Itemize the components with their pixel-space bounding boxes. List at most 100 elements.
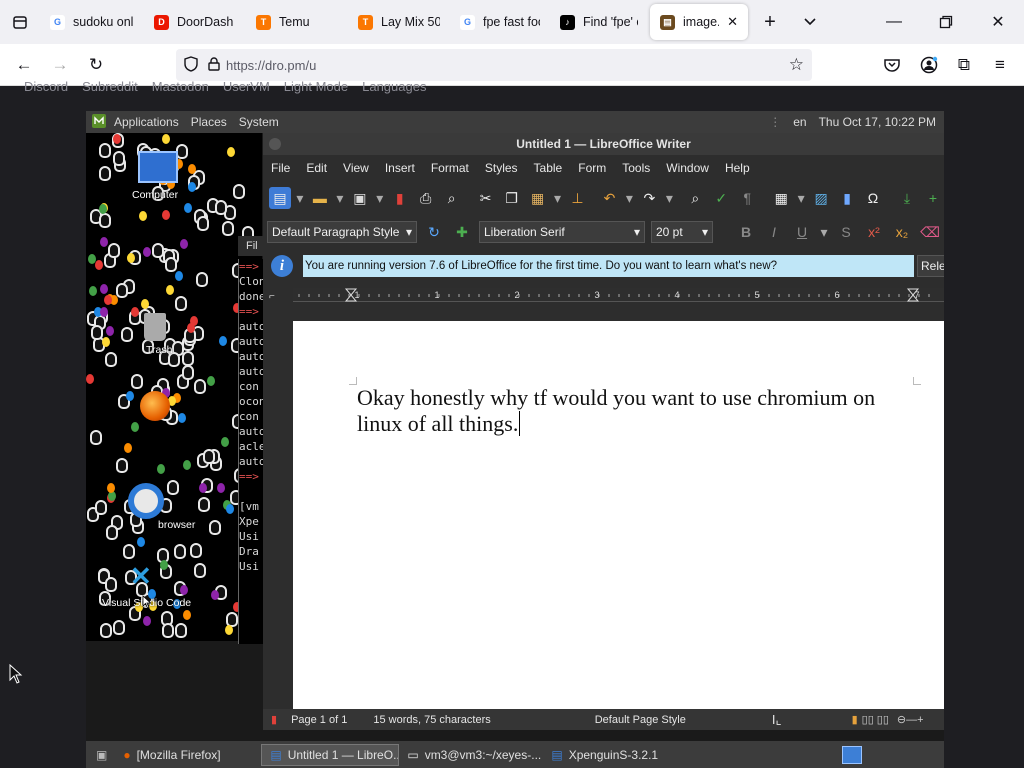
close-tab-icon[interactable]: ✕ bbox=[727, 14, 738, 30]
mate-logo-icon[interactable] bbox=[86, 113, 108, 131]
find-replace-icon[interactable]: ⌕ bbox=[684, 187, 706, 209]
italic-icon[interactable]: I bbox=[763, 221, 785, 243]
window-menu-icon[interactable] bbox=[269, 138, 281, 150]
list-tabs-chevron-down-icon[interactable] bbox=[790, 2, 830, 42]
terminal-window[interactable]: ==> Clon done ==> auto auto auto auto con ocon con… bbox=[238, 259, 264, 644]
insert-special-character-icon[interactable]: Ω bbox=[862, 187, 884, 209]
url-text[interactable]: https://dro.pm/u bbox=[226, 58, 316, 73]
page-style[interactable]: Default Page Style bbox=[595, 714, 686, 726]
view-layout-icon[interactable]: ▮ bbox=[852, 713, 858, 726]
menu-format[interactable]: Format bbox=[423, 161, 477, 175]
browser-tab[interactable]: T Lay Mix 50 bbox=[348, 4, 450, 40]
url-bar[interactable]: https://dro.pm/u ☆ bbox=[176, 49, 812, 81]
forward-arrow-icon[interactable]: → bbox=[42, 49, 78, 81]
places-menu[interactable]: Places bbox=[185, 115, 233, 129]
applications-menu[interactable]: Applications bbox=[108, 115, 185, 129]
menu-edit[interactable]: Edit bbox=[298, 161, 335, 175]
menu-view[interactable]: View bbox=[335, 161, 377, 175]
shield-icon[interactable] bbox=[184, 55, 198, 75]
chevron-down-icon[interactable]: ▾ bbox=[664, 187, 674, 209]
minimize-icon[interactable]: — bbox=[874, 2, 914, 42]
light-mode-link[interactable]: Light Mode bbox=[284, 79, 348, 95]
desktop-icon-label[interactable]: Computer bbox=[132, 189, 178, 201]
insert-image-icon[interactable]: ▨ bbox=[810, 187, 832, 209]
new-document-icon[interactable]: ▤ bbox=[269, 187, 291, 209]
browser-tab[interactable]: ♪ Find 'fpe' o bbox=[550, 4, 648, 40]
superscript-icon[interactable]: x² bbox=[863, 221, 885, 243]
chevron-down-icon[interactable]: ▾ bbox=[295, 187, 305, 209]
firefox-icon[interactable] bbox=[140, 391, 170, 421]
insert-table-icon[interactable]: ▦ bbox=[770, 187, 792, 209]
menu-tools[interactable]: Tools bbox=[614, 161, 658, 175]
browser-tab[interactable]: T Temu bbox=[246, 4, 348, 40]
reload-icon[interactable]: ↻ bbox=[78, 49, 114, 81]
workspace-switcher[interactable] bbox=[842, 745, 862, 764]
languages-link[interactable]: Languages bbox=[362, 79, 426, 95]
desktop-icon-label[interactable]: Trash bbox=[146, 344, 172, 356]
tab-stop-type-icon[interactable]: ⌐ bbox=[269, 291, 275, 302]
browser-tab[interactable]: Gfpe fast foo bbox=[450, 4, 550, 40]
taskbar-item-xpenguins[interactable]: ▤ XpenguinS-3.2.1 bbox=[543, 744, 673, 766]
subscript-icon[interactable]: x₂ bbox=[891, 221, 913, 243]
chromium-icon[interactable] bbox=[128, 483, 164, 519]
vm-screen[interactable]: Applications Places System ⋮ en Thu Oct … bbox=[86, 111, 944, 768]
taskbar-item-writer[interactable]: ▤ Untitled 1 — LibreO... bbox=[261, 743, 400, 766]
browser-tab[interactable]: Gsudoku onl bbox=[40, 4, 144, 40]
clear-formatting-icon[interactable]: ⌫ bbox=[919, 221, 941, 243]
subreddit-link[interactable]: Subreddit bbox=[82, 79, 138, 95]
chevron-down-icon[interactable]: ▾ bbox=[819, 221, 829, 243]
document-modified-icon[interactable]: ▮ bbox=[271, 713, 277, 726]
font-name-combo[interactable]: Liberation Serif ▾ bbox=[479, 221, 645, 243]
menu-file[interactable]: File bbox=[263, 161, 298, 175]
formatting-marks-icon[interactable]: ¶ bbox=[736, 187, 758, 209]
clone-formatting-icon[interactable]: ⊥ bbox=[567, 187, 589, 209]
underline-icon[interactable]: U bbox=[791, 221, 813, 243]
uservm-link[interactable]: UserVM bbox=[223, 79, 270, 95]
insert-field-icon[interactable]: + bbox=[922, 187, 944, 209]
print-preview-icon[interactable]: ⌕ bbox=[441, 187, 463, 209]
taskbar-item-terminal[interactable]: ▭ vm3@vm3:~/xeyes-... bbox=[399, 744, 543, 766]
system-menu[interactable]: System bbox=[233, 115, 285, 129]
menu-window[interactable]: Window bbox=[658, 161, 717, 175]
back-arrow-icon[interactable]: ← bbox=[6, 49, 42, 81]
font-size-combo[interactable]: 20 pt ▾ bbox=[651, 221, 713, 243]
trash-icon[interactable] bbox=[144, 313, 166, 341]
extensions-puzzle-icon[interactable]: ⧉ bbox=[946, 49, 982, 81]
menu-styles[interactable]: Styles bbox=[477, 161, 526, 175]
computer-icon[interactable] bbox=[138, 151, 178, 183]
spelling-icon[interactable]: ✓ bbox=[710, 187, 732, 209]
menu-hamburger-icon[interactable]: ≡ bbox=[982, 49, 1018, 81]
copy-icon[interactable]: ❐ bbox=[501, 187, 523, 209]
cut-icon[interactable]: ✂ bbox=[475, 187, 497, 209]
page-count[interactable]: Page 1 of 1 bbox=[291, 714, 347, 726]
save-icon[interactable]: ▣ bbox=[349, 187, 371, 209]
chevron-down-icon[interactable]: ▾ bbox=[375, 187, 385, 209]
browser-tab[interactable]: D DoorDash bbox=[144, 4, 246, 40]
clock[interactable]: Thu Oct 17, 10:22 PM bbox=[813, 115, 942, 129]
insert-chart-icon[interactable]: ▮ bbox=[836, 187, 858, 209]
lock-icon[interactable] bbox=[208, 56, 220, 74]
chevron-down-icon[interactable]: ▾ bbox=[796, 187, 806, 209]
document-page[interactable]: Okay honestly why tf would you want to u… bbox=[293, 321, 944, 730]
bookmark-star-icon[interactable]: ☆ bbox=[789, 55, 804, 75]
restore-icon[interactable] bbox=[926, 2, 966, 42]
firefox-view-icon[interactable] bbox=[0, 2, 40, 42]
discord-link[interactable]: Discord bbox=[24, 79, 68, 95]
vscode-icon[interactable]: ✕ bbox=[130, 561, 152, 592]
word-count[interactable]: 15 words, 75 characters bbox=[373, 714, 490, 726]
close-window-icon[interactable]: ✕ bbox=[978, 2, 1018, 42]
show-desktop-icon[interactable]: ▣ bbox=[88, 748, 115, 762]
redo-icon[interactable]: ↷ bbox=[638, 187, 660, 209]
zoom-slider-icon[interactable]: ⊖—+ bbox=[897, 713, 924, 726]
menu-form[interactable]: Form bbox=[570, 161, 614, 175]
new-style-icon[interactable]: ✚ bbox=[451, 221, 473, 243]
paragraph-style-combo[interactable]: Default Paragraph Style ▾ bbox=[267, 221, 417, 243]
libreoffice-writer-window[interactable]: Untitled 1 — LibreOffice Writer File Edi… bbox=[263, 133, 944, 730]
pocket-icon[interactable] bbox=[874, 49, 910, 81]
strikethrough-icon[interactable]: S bbox=[835, 221, 857, 243]
multipage-view-icon[interactable]: ▯▯ ▯▯ bbox=[862, 713, 889, 726]
new-tab-icon[interactable]: + bbox=[750, 2, 790, 42]
print-icon[interactable]: ⎙ bbox=[415, 187, 437, 209]
undo-icon[interactable]: ↶ bbox=[598, 187, 620, 209]
desktop-icon-label[interactable]: browser bbox=[158, 519, 195, 531]
